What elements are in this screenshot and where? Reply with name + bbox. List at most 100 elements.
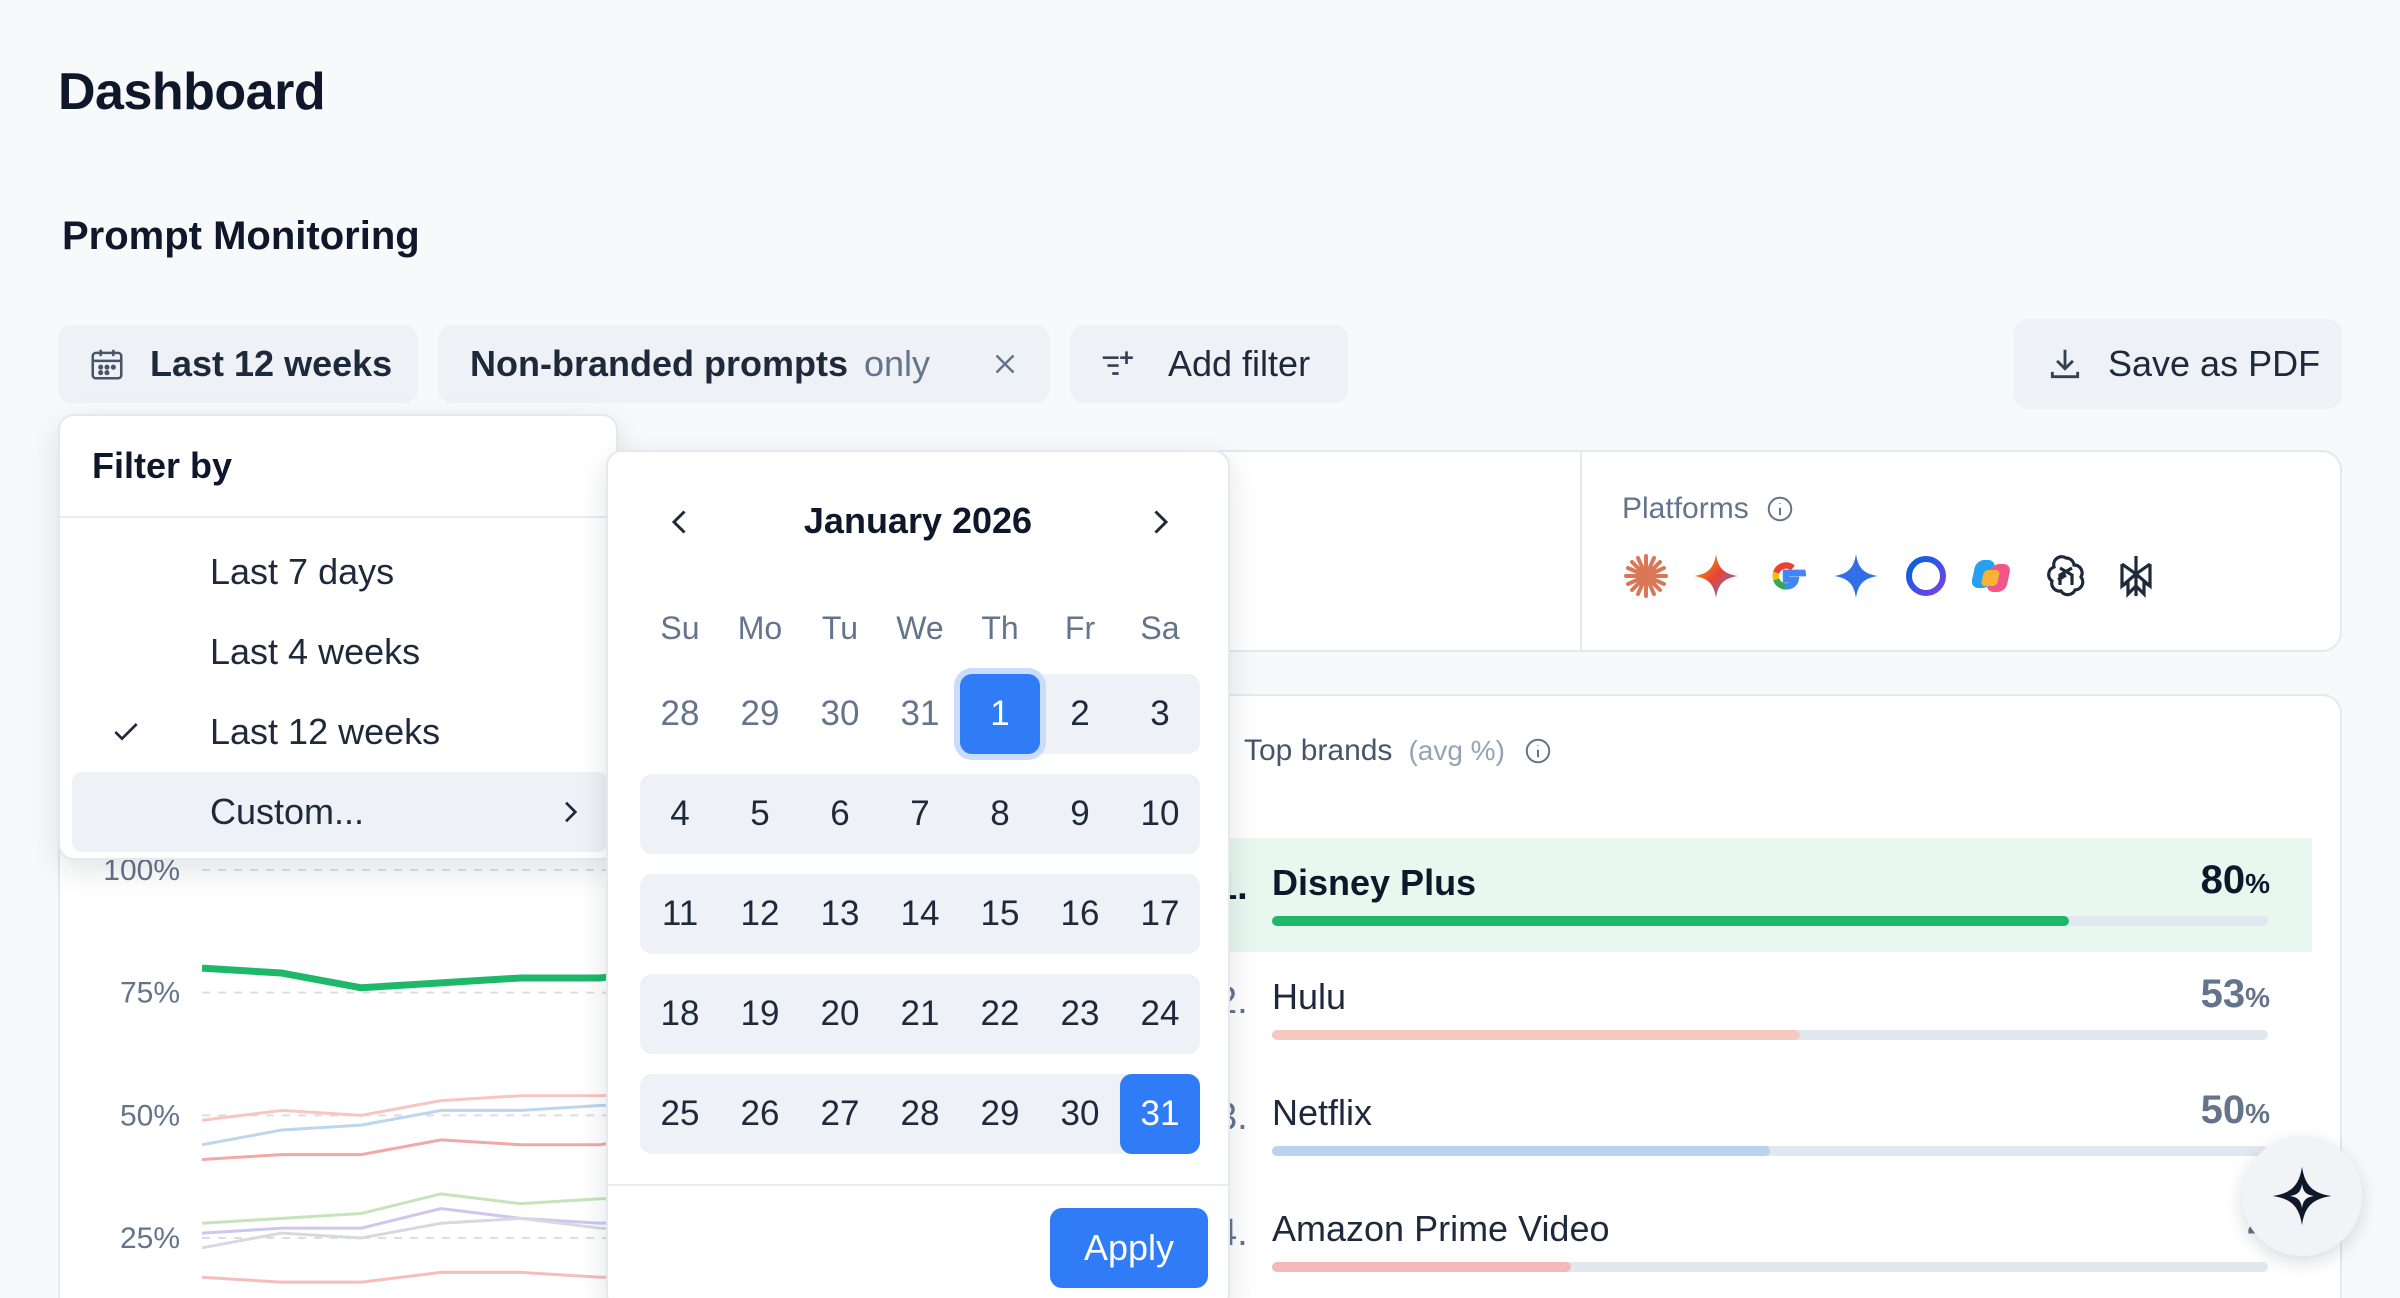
chevron-right-icon — [565, 801, 578, 823]
filter-option-last-4-weeks[interactable]: Last 4 weeks — [72, 612, 608, 692]
calendar-day[interactable]: 22 — [960, 974, 1040, 1054]
brand-bar-track — [1272, 1146, 2268, 1156]
weekday-label: Sa — [1140, 610, 1180, 646]
brand-percent-unit: % — [2245, 868, 2270, 899]
calendar-day[interactable]: 7 — [880, 774, 960, 854]
platforms-label: Platforms — [1622, 492, 1749, 525]
weekday-label: Su — [660, 610, 700, 646]
filter-option-last-12-weeks[interactable]: Last 12 weeks — [72, 692, 608, 772]
summary-card: Platforms — [1200, 450, 2342, 652]
info-icon[interactable] — [1765, 494, 1795, 524]
perplexity-icon — [2120, 556, 2152, 598]
save-pdf-button[interactable]: Save as PDF — [2014, 319, 2342, 409]
info-icon[interactable] — [1523, 736, 1553, 766]
calendar-day[interactable]: 21 — [880, 974, 960, 1054]
filter-option-custom[interactable]: Custom... — [72, 772, 608, 852]
calendar-day[interactable]: 5 — [720, 774, 800, 854]
google-icon — [1772, 562, 1807, 590]
top-brands-header: Top brands (avg %) — [1244, 734, 1553, 768]
gemini-icon — [1694, 554, 1738, 598]
calendar-day[interactable]: 29 — [960, 1074, 1040, 1154]
chevron-right-icon[interactable] — [1142, 504, 1178, 540]
calendar-day[interactable]: 12 — [720, 874, 800, 954]
calendar-day[interactable]: 13 — [800, 874, 880, 954]
calendar-day[interactable]: 8 — [960, 774, 1040, 854]
calendar-day[interactable]: 3 — [1120, 674, 1200, 754]
brand-bar-fill — [1272, 1146, 1770, 1156]
brand-percent-value: 80 — [2200, 858, 2246, 902]
calendar-day[interactable]: 2 — [1040, 674, 1120, 754]
brand-bar-fill — [1272, 916, 2069, 926]
filter-menu: Filter by Last 7 days Last 4 weeks Last … — [58, 414, 618, 860]
platforms-header: Platforms — [1622, 492, 1795, 526]
brand-row[interactable]: 4.Amazon Prime Video4 — [1202, 1184, 2312, 1298]
calendar-day[interactable]: 4 — [640, 774, 720, 854]
calendar-day[interactable]: 19 — [720, 974, 800, 1054]
calendar-day[interactable]: 23 — [1040, 974, 1120, 1054]
brand-bar-fill — [1272, 1262, 1571, 1272]
calendar-day[interactable]: 18 — [640, 974, 720, 1054]
weekday-label: We — [896, 610, 944, 646]
brand-row[interactable]: 3. Netflix 50% — [1202, 1068, 2312, 1182]
calendar-day[interactable]: 20 — [800, 974, 880, 1054]
calendar-day[interactable]: 25 — [640, 1074, 720, 1154]
calendar-day[interactable]: 6 — [800, 774, 880, 854]
calendar-icon — [91, 349, 123, 380]
filter-add-icon — [1102, 351, 1133, 375]
brand-row[interactable]: 1. Disney Plus 80% — [1202, 838, 2312, 952]
calendar-footer-divider — [608, 1184, 1228, 1186]
filter-chip[interactable]: Non-branded prompts only — [438, 325, 1050, 403]
calendar-day[interactable]: 28 — [880, 1074, 960, 1154]
brand-name: Amazon Prime Video — [1272, 1208, 1610, 1249]
date-range-label: Last 12 weeks — [150, 343, 393, 384]
gemini-sparkle-icon — [1834, 554, 1878, 598]
calendar-day[interactable]: 31 — [880, 674, 960, 754]
calendar-day[interactable]: 1 — [960, 674, 1040, 754]
y-tick-label: 25% — [120, 1222, 180, 1255]
top-brands-sublabel: (avg %) — [1408, 735, 1505, 766]
calendar-day[interactable]: 9 — [1040, 774, 1120, 854]
brand-name: Hulu — [1272, 976, 1347, 1017]
brand-row[interactable]: 2. Hulu 53% — [1202, 952, 2312, 1066]
calendar-day[interactable]: 11 — [640, 874, 720, 954]
y-tick-label: 75% — [120, 977, 180, 1010]
calendar-day[interactable]: 10 — [1120, 774, 1200, 854]
calendar-day[interactable]: 30 — [1040, 1074, 1120, 1154]
filter-chip-suffix: only — [863, 343, 931, 384]
filter-chip-label: Non-branded prompts — [470, 343, 848, 384]
close-icon[interactable] — [988, 347, 1022, 381]
add-filter-label: Add filter — [1168, 343, 1311, 384]
calendar-day[interactable]: 30 — [800, 674, 880, 754]
calendar-day[interactable]: 26 — [720, 1074, 800, 1154]
calendar-day[interactable]: 28 — [640, 674, 720, 754]
calendar-day[interactable]: 17 — [1120, 874, 1200, 954]
brand-percent-unit: % — [2245, 982, 2270, 1013]
filter-option-label: Last 4 weeks — [210, 631, 421, 672]
calendar-day[interactable]: 24 — [1120, 974, 1200, 1054]
meta-ai-icon — [1906, 556, 1946, 596]
calendar-day[interactable]: 14 — [880, 874, 960, 954]
calendar-day[interactable]: 16 — [1040, 874, 1120, 954]
brand-bar-track — [1272, 1030, 2268, 1040]
calendar-day[interactable]: 29 — [720, 674, 800, 754]
chatgpt-icon — [2047, 555, 2085, 597]
calendar-day[interactable]: 31 — [1120, 1074, 1200, 1154]
top-brands-card: Top brands (avg %) 1. Disney Plus 80% 2. Hul… — [1200, 694, 2342, 1298]
claude-icon — [1624, 554, 1668, 598]
date-range-button[interactable]: Last 12 weeks — [58, 325, 418, 403]
add-filter-button[interactable]: Add filter — [1070, 325, 1348, 403]
sparkle-icon — [2272, 1166, 2332, 1226]
download-icon — [2050, 349, 2080, 379]
date-picker: January 2026 Su Mo Tu We Th Fr Sa 28 29 30 31 1 2 3 4… — [606, 450, 1230, 1298]
brand-name: Disney Plus — [1272, 862, 1477, 903]
brand-bar-track — [1272, 1262, 2268, 1272]
apply-button[interactable]: Apply — [1050, 1208, 1208, 1288]
filter-option-last-7-days[interactable]: Last 7 days — [72, 532, 608, 612]
save-pdf-label: Save as PDF — [2108, 343, 2321, 384]
calendar-day[interactable]: 27 — [800, 1074, 880, 1154]
brand-bar-fill — [1272, 1030, 1800, 1040]
weekday-label: Mo — [737, 610, 783, 646]
assistant-button[interactable] — [2242, 1136, 2362, 1256]
copilot-icon — [1972, 560, 2010, 592]
calendar-day[interactable]: 15 — [960, 874, 1040, 954]
